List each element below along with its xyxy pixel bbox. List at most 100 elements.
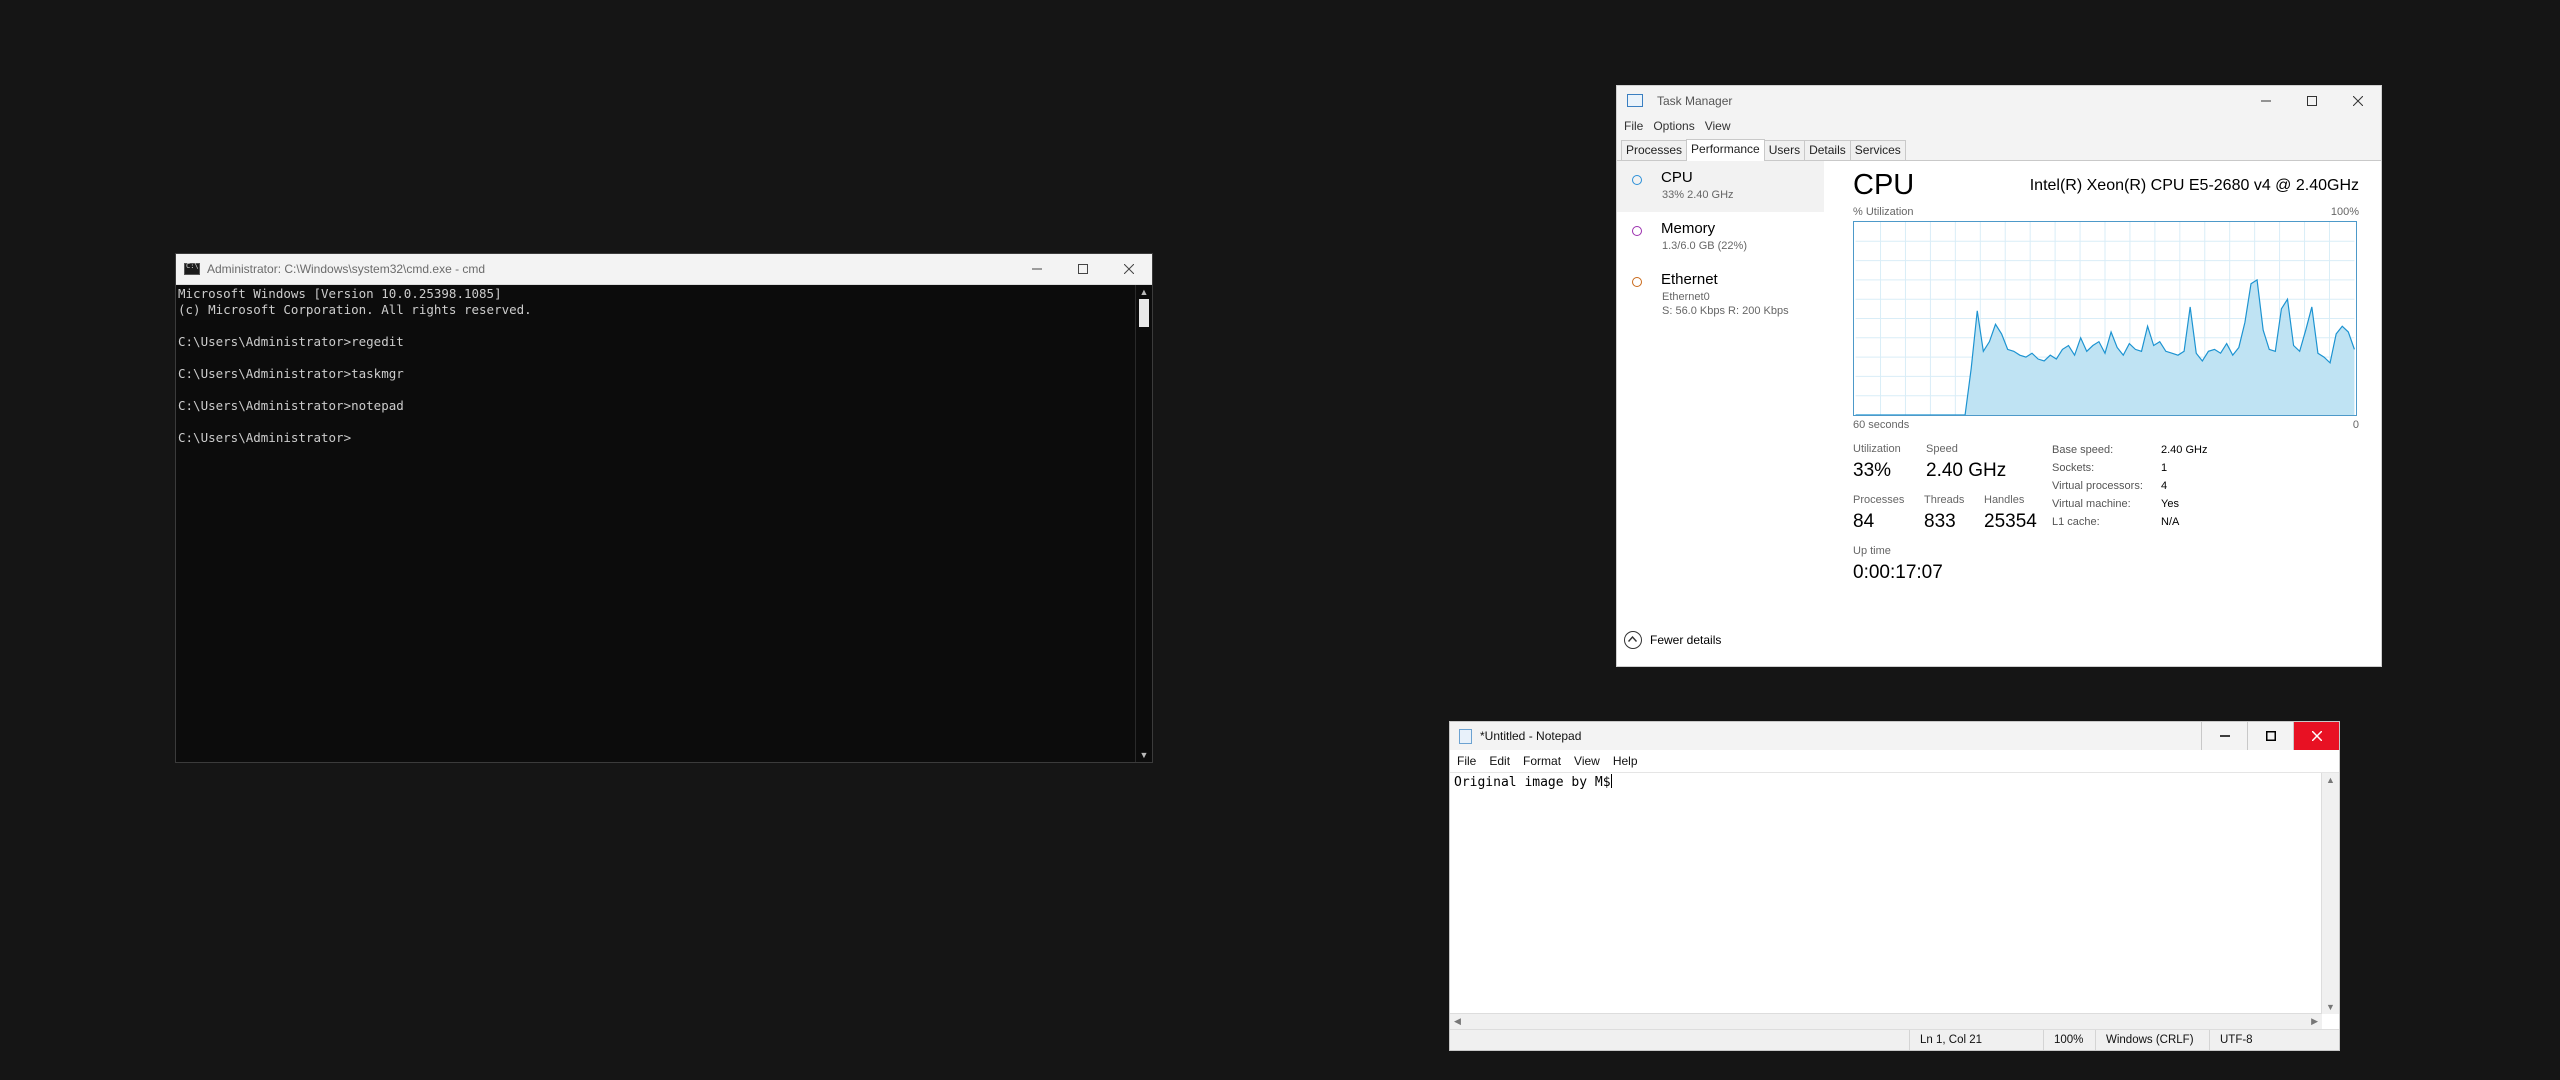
console-line: (c) Microsoft Corporation. All rights re… xyxy=(178,302,532,317)
speed-label: Speed xyxy=(1926,443,1958,455)
virtual-processors-value: 4 xyxy=(2161,480,2168,492)
np-menu-format[interactable]: Format xyxy=(1520,750,1571,772)
memory-indicator-icon xyxy=(1632,226,1642,236)
tab-processes[interactable]: Processes xyxy=(1621,140,1688,160)
cpu-indicator-icon xyxy=(1632,175,1642,185)
text-caret xyxy=(1610,774,1612,788)
np-text-content: Original image by M$ xyxy=(1454,775,1611,790)
np-maximize-button[interactable] xyxy=(2247,722,2293,750)
handles-value: 25354 xyxy=(1984,511,2037,532)
tab-details[interactable]: Details xyxy=(1804,140,1851,160)
cmd-minimize-button[interactable] xyxy=(1014,254,1060,284)
maximize-icon xyxy=(2265,731,2276,741)
utilization-axis-label: % Utilization xyxy=(1853,206,1914,218)
text-encoding: UTF-8 xyxy=(2209,1030,2341,1050)
cmd-close-button[interactable] xyxy=(1106,254,1152,284)
scroll-left-icon[interactable]: ◀ xyxy=(1454,1016,1461,1027)
virtual-machine-label: Virtual machine: xyxy=(2052,498,2131,510)
tm-tabs: Processes Performance Users Details Serv… xyxy=(1617,138,2381,161)
np-menu-edit[interactable]: Edit xyxy=(1486,750,1520,772)
tm-titlebar[interactable]: Task Manager xyxy=(1617,86,2381,116)
cpu-model-name: Intel(R) Xeon(R) CPU E5-2680 v4 @ 2.40GH… xyxy=(2029,177,2359,194)
console-line: C:\Users\Administrator> xyxy=(178,430,352,445)
tm-menu-view[interactable]: View xyxy=(1702,116,1738,138)
cmd-window-title: Administrator: C:\Windows\system32\cmd.e… xyxy=(207,262,486,276)
ethernet-indicator-icon xyxy=(1632,277,1642,287)
scroll-up-icon[interactable]: ▲ xyxy=(1136,285,1152,299)
chevron-up-icon[interactable] xyxy=(1624,631,1642,649)
np-menu-help[interactable]: Help xyxy=(1610,750,1648,772)
sidebar-item-sub: 1.3/6.0 GB (22%) xyxy=(1662,240,1747,252)
sidebar-item-ethernet[interactable]: Ethernet Ethernet0 S: 56.0 Kbps R: 200 K… xyxy=(1617,263,1824,323)
np-minimize-button[interactable] xyxy=(2201,722,2247,750)
np-close-button[interactable] xyxy=(2293,722,2339,750)
sidebar-item-sub: 33% 2.40 GHz xyxy=(1662,189,1734,201)
taskmanager-app-icon xyxy=(1627,94,1643,107)
cmd-scroll-thumb[interactable] xyxy=(1139,299,1149,327)
scroll-right-icon[interactable]: ▶ xyxy=(2311,1016,2318,1027)
np-text-area[interactable]: Original image by M$ xyxy=(1450,773,2322,1014)
cmd-maximize-button[interactable] xyxy=(1060,254,1106,284)
tab-services[interactable]: Services xyxy=(1849,140,1906,160)
minimize-icon xyxy=(1032,268,1042,270)
uptime-value: 0:00:17:07 xyxy=(1853,562,1943,583)
base-speed-value: 2.40 GHz xyxy=(2161,444,2208,456)
fewer-details-link[interactable]: Fewer details xyxy=(1650,633,1721,647)
np-window-title: *Untitled - Notepad xyxy=(1480,729,1582,743)
sidebar-item-cpu[interactable]: CPU 33% 2.40 GHz xyxy=(1617,161,1824,212)
np-titlebar[interactable]: *Untitled - Notepad xyxy=(1450,722,2339,750)
np-menu-file[interactable]: File xyxy=(1454,750,1486,772)
tm-minimize-button[interactable] xyxy=(2243,86,2289,116)
tm-menu-file[interactable]: File xyxy=(1621,116,1650,138)
sockets-value: 1 xyxy=(2161,462,2168,474)
threads-value: 833 xyxy=(1924,511,1956,532)
tm-menubar: File Options View xyxy=(1617,116,2381,138)
sidebar-item-label: Memory xyxy=(1661,220,1716,237)
scroll-down-icon[interactable]: ▼ xyxy=(1136,748,1152,762)
np-vertical-scrollbar[interactable]: ▲ ▼ xyxy=(2321,773,2339,1014)
sidebar-item-label: CPU xyxy=(1661,169,1693,186)
minimize-icon xyxy=(2219,735,2230,737)
np-horizontal-scrollbar[interactable]: ◀ ▶ xyxy=(1450,1013,2322,1030)
line-ending: Windows (CRLF) xyxy=(2095,1030,2209,1050)
tab-performance[interactable]: Performance xyxy=(1686,139,1765,161)
close-icon xyxy=(2311,731,2322,741)
cmd-vertical-scrollbar[interactable]: ▲ ▼ xyxy=(1135,285,1152,762)
cmd-window[interactable]: Administrator: C:\Windows\system32\cmd.e… xyxy=(175,253,1153,763)
taskmanager-window[interactable]: Task Manager File Options View Processes… xyxy=(1616,85,2382,667)
tm-close-button[interactable] xyxy=(2335,86,2381,116)
zoom-level: 100% xyxy=(2043,1030,2095,1050)
sidebar-item-memory[interactable]: Memory 1.3/6.0 GB (22%) xyxy=(1617,212,1824,263)
utilization-label: Utilization xyxy=(1853,443,1901,455)
cpu-utilization-graph xyxy=(1853,221,2357,416)
tm-window-title: Task Manager xyxy=(1657,94,1733,108)
graph-time-right-label: 0 xyxy=(2352,419,2359,431)
utilization-value: 33% xyxy=(1853,460,1892,481)
base-speed-label: Base speed: xyxy=(2052,444,2114,456)
tm-cpu-detail: CPU Intel(R) Xeon(R) CPU E5-2680 v4 @ 2.… xyxy=(1853,161,2359,666)
utilization-axis-max: 100% xyxy=(2330,206,2359,218)
scroll-down-icon[interactable]: ▼ xyxy=(2326,1002,2335,1012)
maximize-icon xyxy=(1078,264,1088,274)
maximize-icon xyxy=(2307,96,2317,106)
speed-value: 2.40 GHz xyxy=(1926,460,2007,481)
sidebar-item-sub: Ethernet0 S: 56.0 Kbps R: 200 Kbps xyxy=(1662,290,1789,318)
tab-users[interactable]: Users xyxy=(1763,140,1806,160)
tm-maximize-button[interactable] xyxy=(2289,86,2335,116)
notepad-app-icon xyxy=(1459,729,1472,744)
cmd-console-output[interactable]: Microsoft Windows [Version 10.0.25398.10… xyxy=(176,285,1136,762)
cpu-heading: CPU xyxy=(1853,169,1915,201)
cursor-position: Ln 1, Col 21 xyxy=(1909,1030,2043,1050)
cmd-titlebar[interactable]: Administrator: C:\Windows\system32\cmd.e… xyxy=(176,254,1152,285)
np-menu-view[interactable]: View xyxy=(1571,750,1610,772)
minimize-icon xyxy=(2261,100,2271,102)
scroll-up-icon[interactable]: ▲ xyxy=(2326,775,2335,785)
l1-cache-value: N/A xyxy=(2161,516,2180,528)
tm-menu-options[interactable]: Options xyxy=(1650,116,1701,138)
notepad-window[interactable]: *Untitled - Notepad File Edit Format Vie… xyxy=(1449,721,2340,1051)
cmd-app-icon xyxy=(184,262,200,275)
tm-resource-list: CPU 33% 2.40 GHz Memory 1.3/6.0 GB (22%)… xyxy=(1617,161,1824,606)
handles-label: Handles xyxy=(1984,494,2025,506)
sidebar-item-label: Ethernet xyxy=(1661,271,1718,288)
